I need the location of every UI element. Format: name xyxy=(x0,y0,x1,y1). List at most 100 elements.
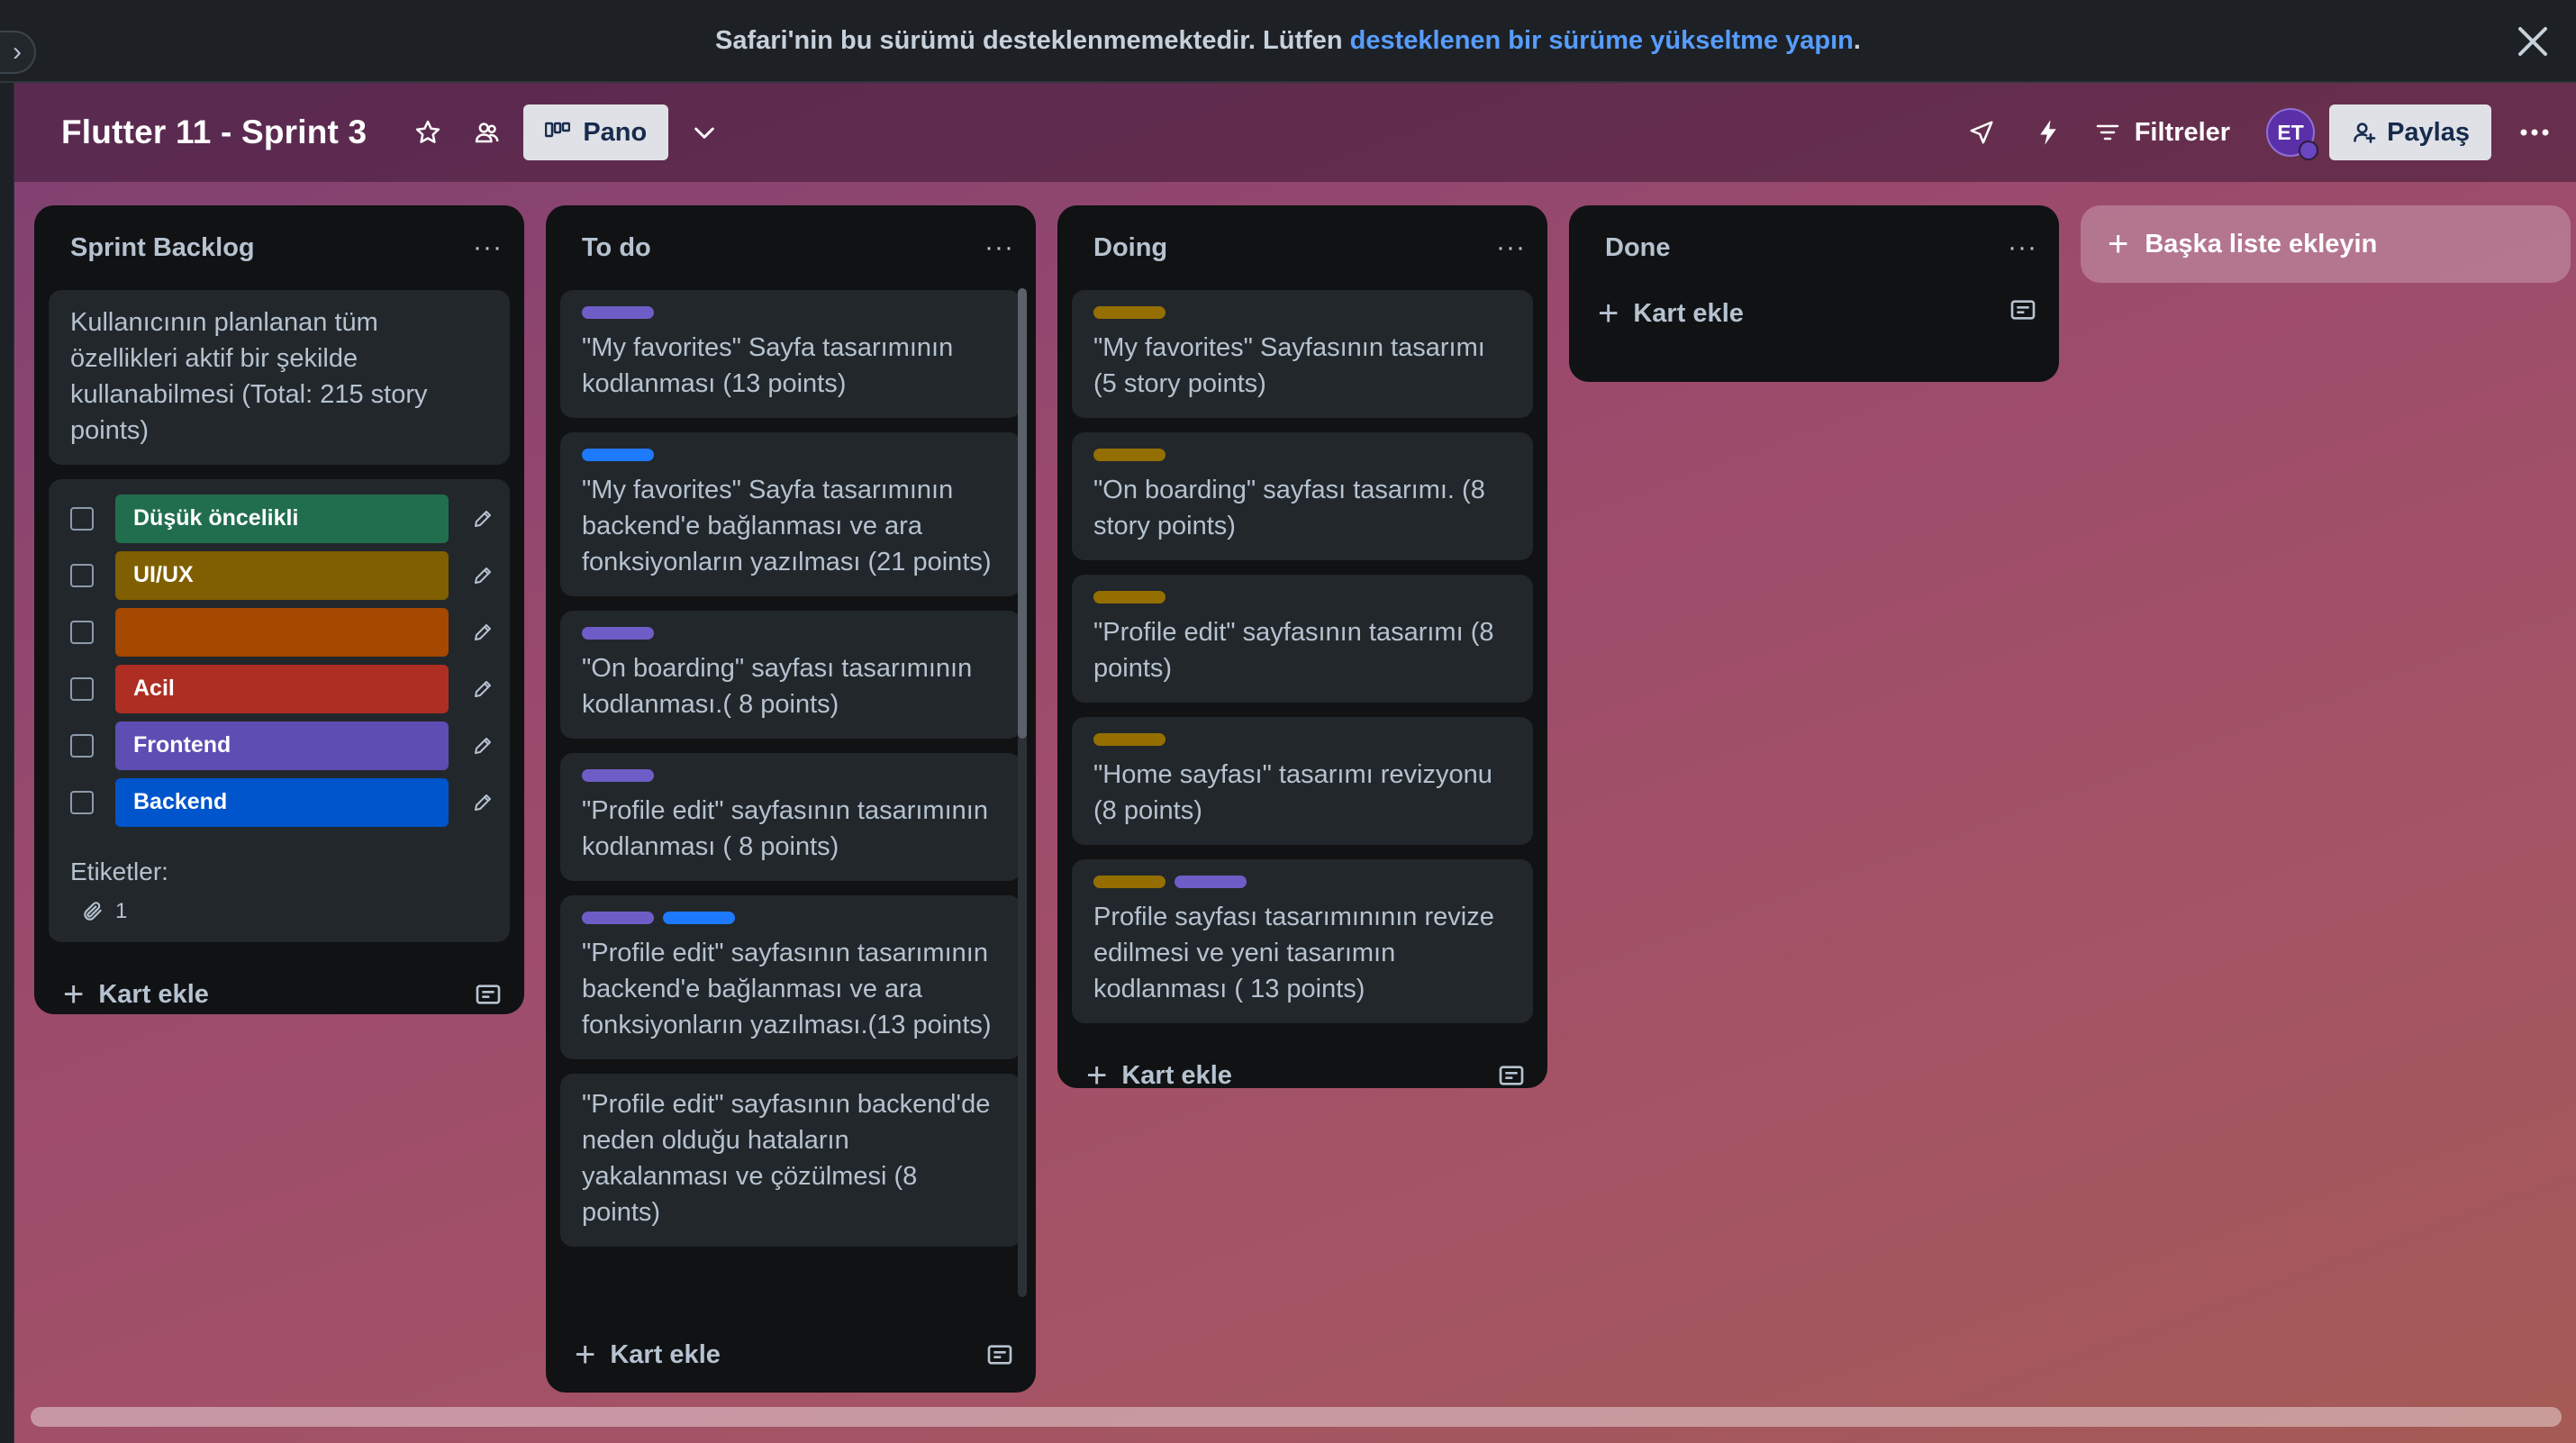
add-card-button[interactable]: + Kart ekle xyxy=(63,976,209,1012)
chevron-down-icon[interactable] xyxy=(679,107,730,158)
attachment-count: 1 xyxy=(115,899,128,923)
label-row: Backend xyxy=(70,774,495,830)
list-more-icon[interactable]: ··· xyxy=(473,232,503,263)
card-template-icon[interactable] xyxy=(474,980,503,1009)
board-view-label: Pano xyxy=(583,117,648,147)
list-doing: Doing ··· "My favorites" Sayfasının tasa… xyxy=(1057,205,1547,1094)
card[interactable]: "On boarding" sayfası tasarımının kodlan… xyxy=(560,611,1021,739)
card-text: "My favorites" Sayfasının tasarımı (5 st… xyxy=(1093,333,1485,398)
horizontal-scrollbar[interactable] xyxy=(31,1407,2562,1427)
card-template-icon[interactable] xyxy=(1497,1061,1526,1090)
pencil-icon[interactable] xyxy=(470,790,495,815)
share-button[interactable]: Paylaş xyxy=(2329,104,2491,160)
unsupported-browser-banner: Safari'nin bu sürümü desteklenmemektedir… xyxy=(0,0,2576,83)
card-label xyxy=(663,912,735,924)
pencil-icon[interactable] xyxy=(470,733,495,758)
card-text: "Profile edit" sayfasının backend'de ned… xyxy=(582,1090,991,1227)
list-title[interactable]: To do xyxy=(582,233,651,263)
list-more-icon[interactable]: ··· xyxy=(984,232,1014,263)
card-text: "Profile edit" sayfasının tasarımı (8 po… xyxy=(1093,618,1494,683)
card-template-icon[interactable] xyxy=(985,1340,1014,1369)
label-chip[interactable]: Backend xyxy=(115,777,449,827)
attachment-badge: 1 xyxy=(81,899,495,924)
list-title[interactable]: Done xyxy=(1605,233,1671,263)
card-text: "On boarding" sayfası tasarımı. (8 story… xyxy=(1093,476,1485,540)
add-card-button[interactable]: + Kart ekle xyxy=(1086,1057,1232,1094)
list-more-icon[interactable]: ··· xyxy=(1496,232,1526,263)
more-icon[interactable] xyxy=(2509,107,2560,158)
card-label xyxy=(582,449,654,461)
label-chip[interactable]: Frontend xyxy=(115,721,449,770)
add-card-label: Kart ekle xyxy=(1633,298,1744,328)
label-chip[interactable]: UI/UX xyxy=(115,550,449,600)
label-chip[interactable]: Düşük öncelikli xyxy=(115,494,449,543)
card[interactable]: "Home sayfası" tasarımı revizyonu (8 poi… xyxy=(1072,717,1533,845)
add-card-button[interactable]: + Kart ekle xyxy=(575,1337,721,1373)
label-row: Frontend xyxy=(70,717,495,774)
label-row: Acil xyxy=(70,660,495,717)
card[interactable]: "My favorites" Sayfa tasarımının backend… xyxy=(560,432,1021,596)
scrollbar-thumb[interactable] xyxy=(1018,288,1027,739)
add-member-icon xyxy=(2354,123,2376,143)
card-label xyxy=(1093,876,1166,888)
card-template-icon[interactable] xyxy=(2009,295,2037,324)
label-editor: Düşük öncelikli UI/UX Acil Frontend Back… xyxy=(49,479,510,942)
card-label xyxy=(1175,876,1247,888)
card-text: Profile sayfası tasarımınının revize edi… xyxy=(1093,903,1494,1003)
close-icon[interactable] xyxy=(2513,22,2553,61)
label-checkbox[interactable] xyxy=(70,733,94,758)
workspace-visibility-icon[interactable] xyxy=(462,107,512,158)
label-checkbox[interactable] xyxy=(70,563,94,587)
label-checkbox[interactable] xyxy=(70,790,94,814)
board-title[interactable]: Flutter 11 - Sprint 3 xyxy=(61,113,367,151)
add-list-button[interactable]: + Başka liste ekleyin xyxy=(2081,205,2571,283)
list-scrollbar[interactable] xyxy=(1018,288,1027,1297)
pencil-icon[interactable] xyxy=(470,506,495,531)
card[interactable]: Kullanıcının planlanan tüm özellikleri a… xyxy=(49,290,510,465)
label-checkbox[interactable] xyxy=(70,620,94,644)
add-card-label: Kart ekle xyxy=(1121,1060,1232,1090)
label-chip[interactable] xyxy=(115,607,449,657)
add-card-label: Kart ekle xyxy=(610,1339,721,1369)
card[interactable]: "Profile edit" sayfasının backend'de ned… xyxy=(560,1074,1021,1247)
label-checkbox[interactable] xyxy=(70,676,94,701)
card[interactable]: "Profile edit" sayfasının tasarımının ba… xyxy=(560,895,1021,1059)
label-checkbox[interactable] xyxy=(70,506,94,531)
pencil-icon[interactable] xyxy=(470,620,495,645)
card[interactable]: "On boarding" sayfası tasarımı. (8 story… xyxy=(1072,432,1533,560)
card-text: "Profile edit" sayfasının tasarımının ko… xyxy=(582,796,988,861)
card-label xyxy=(1093,733,1166,746)
admin-badge xyxy=(2299,141,2319,160)
card[interactable]: "My favorites" Sayfa tasarımının kodlanm… xyxy=(560,290,1021,418)
pencil-icon[interactable] xyxy=(470,563,495,588)
banner-upgrade-link[interactable]: desteklenen bir sürüme yükseltme yapın xyxy=(1350,26,1854,56)
label-row: Düşük öncelikli xyxy=(70,490,495,547)
filters-button[interactable]: Filtreler xyxy=(2095,118,2230,148)
pencil-icon[interactable] xyxy=(470,676,495,702)
list-more-icon[interactable]: ··· xyxy=(2008,232,2037,263)
list-title[interactable]: Sprint Backlog xyxy=(70,233,255,263)
list-title[interactable]: Doing xyxy=(1093,233,1167,263)
labels-section-title: Etiketler: xyxy=(70,858,168,885)
board-view-button[interactable]: Pano xyxy=(523,104,669,160)
card[interactable]: Profile sayfası tasarımınının revize edi… xyxy=(1072,859,1533,1023)
banner-text: Safari'nin bu sürümü desteklenmemektedir… xyxy=(715,25,1343,55)
avatar[interactable]: ET xyxy=(2266,108,2319,160)
card[interactable]: "Profile edit" sayfasının tasarımının ko… xyxy=(560,753,1021,881)
lightning-icon[interactable] xyxy=(2023,107,2073,158)
label-chip[interactable]: Acil xyxy=(115,664,449,713)
add-card-button[interactable]: + Kart ekle xyxy=(1598,295,1744,331)
board-icon xyxy=(545,122,571,138)
card-text: "On boarding" sayfası tasarımının kodlan… xyxy=(582,654,973,719)
card-label xyxy=(1093,449,1166,461)
star-icon[interactable] xyxy=(403,107,453,158)
banner-end: . xyxy=(1853,25,1861,55)
add-card-row: + Kart ekle xyxy=(1569,290,2059,351)
list-sprint-backlog: Sprint Backlog ··· Kullanıcının planlana… xyxy=(34,205,524,1014)
rocket-icon[interactable] xyxy=(1956,107,2007,158)
card[interactable]: "My favorites" Sayfasının tasarımı (5 st… xyxy=(1072,290,1533,418)
share-label: Paylaş xyxy=(2387,117,2470,147)
label-row: UI/UX xyxy=(70,547,495,604)
card[interactable]: "Profile edit" sayfasının tasarımı (8 po… xyxy=(1072,575,1533,703)
list-done: Done ··· + Kart ekle xyxy=(1569,205,2059,382)
